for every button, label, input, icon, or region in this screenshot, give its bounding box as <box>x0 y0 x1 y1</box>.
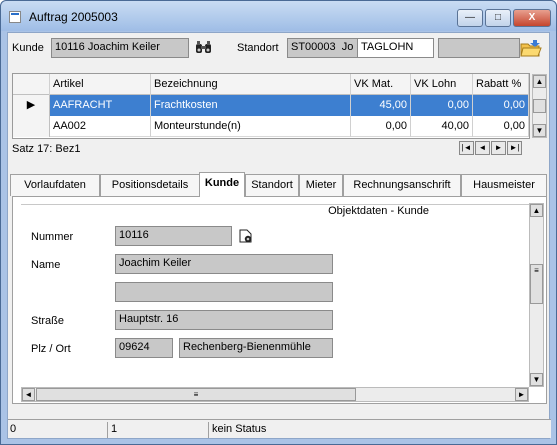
scroll-up-icon[interactable]: ▲ <box>530 204 543 217</box>
standort-code-field[interactable]: ST00003 Jo <box>287 38 359 58</box>
nummer-label: Nummer <box>31 231 74 243</box>
tab-panel-kunde: Objektdaten - Kunde Nummer 10116 Name Jo… <box>12 196 547 404</box>
column-header-artikel[interactable]: Artikel <box>50 74 151 95</box>
record-label: Satz 17: Bez1 <box>12 143 81 155</box>
kunde-label: Kunde <box>12 42 44 54</box>
standort-code: ST00003 <box>291 41 336 53</box>
tab-rechnungsanschrift[interactable]: Rechnungsanschrift <box>343 174 461 196</box>
strasse-field[interactable]: Hauptstr. 16 <box>115 310 333 330</box>
column-header-vk-mat[interactable]: VK Mat. <box>351 74 411 95</box>
cell-vk-mat[interactable]: 45,00 <box>351 95 411 116</box>
tab-standort[interactable]: Standort <box>245 174 299 196</box>
prev-record-button[interactable]: ◄ <box>475 141 490 155</box>
scroll-thumb[interactable]: ≡ <box>530 264 543 304</box>
scroll-up-icon[interactable]: ▲ <box>533 75 546 88</box>
plz-field[interactable]: 09624 <box>115 338 173 358</box>
window-title: Auftrag 2005003 <box>29 10 118 24</box>
grid-vertical-scrollbar[interactable]: ▲ ▼ <box>532 74 547 138</box>
cell-rabatt[interactable]: 0,00 <box>473 95 529 116</box>
plz-ort-label: Plz / Ort <box>31 343 71 355</box>
standort-extra-field[interactable] <box>438 38 520 58</box>
cell-artikel[interactable]: AAFRACHT <box>50 95 151 116</box>
table-row[interactable]: AA002 Monteurstunde(n) 0,00 40,00 0,00 <box>13 116 529 137</box>
section-title: Objektdaten - Kunde <box>21 204 529 218</box>
app-window: Auftrag 2005003 — □ X Kunde 10116 Joachi… <box>0 0 557 445</box>
tab-hausmeister[interactable]: Hausmeister <box>461 174 547 196</box>
cell-rabatt[interactable]: 0,00 <box>473 116 529 137</box>
standort-combo[interactable]: TAGLOHN <box>357 38 434 58</box>
panel-vertical-scrollbar[interactable]: ▲ ≡ ▼ <box>529 203 544 387</box>
cell-bezeichnung[interactable]: Monteurstunde(n) <box>151 116 351 137</box>
kunde-field[interactable]: 10116 Joachim Keiler <box>51 38 189 58</box>
cell-bezeichnung[interactable]: Frachtkosten <box>151 95 351 116</box>
positions-grid: Artikel Bezeichnung VK Mat. VK Lohn Raba… <box>12 73 547 139</box>
row-indicator <box>13 116 50 137</box>
tab-vorlaufdaten[interactable]: Vorlaufdaten <box>10 174 100 196</box>
cell-vk-lohn[interactable]: 40,00 <box>411 116 473 137</box>
panel-horizontal-scrollbar[interactable]: ◄ ≡ ► <box>21 387 529 402</box>
name-field[interactable]: Joachim Keiler <box>115 254 333 274</box>
close-button[interactable]: X <box>513 9 551 27</box>
status-text: kein Status <box>212 423 267 435</box>
tab-strip: Vorlaufdaten Positionsdetails Kunde Stan… <box>10 172 547 197</box>
cell-vk-mat[interactable]: 0,00 <box>351 116 411 137</box>
nummer-field[interactable]: 10116 <box>115 226 232 246</box>
grid-corner <box>13 74 50 95</box>
scroll-down-icon[interactable]: ▼ <box>530 373 543 386</box>
column-header-bezeichnung[interactable]: Bezeichnung <box>151 74 351 95</box>
column-header-rabatt[interactable]: Rabatt % <box>473 74 529 95</box>
person-lookup-icon[interactable] <box>238 228 254 244</box>
name-label: Name <box>31 259 61 271</box>
maximize-button[interactable]: □ <box>485 9 511 27</box>
folder-open-icon[interactable] <box>520 39 542 59</box>
column-header-vk-lohn[interactable]: VK Lohn <box>411 74 473 95</box>
standort-label: Standort <box>237 42 279 54</box>
scroll-right-icon[interactable]: ► <box>515 388 528 401</box>
tab-positionsdetails[interactable]: Positionsdetails <box>100 174 200 196</box>
name2-field[interactable] <box>115 282 333 302</box>
next-record-button[interactable]: ► <box>491 141 506 155</box>
row-indicator-icon: ▶ <box>13 95 50 116</box>
table-row[interactable]: ▶ AAFRACHT Frachtkosten 45,00 0,00 0,00 <box>13 95 529 116</box>
scroll-left-icon[interactable]: ◄ <box>22 388 35 401</box>
scroll-down-icon[interactable]: ▼ <box>533 124 546 137</box>
grid-header: Artikel Bezeichnung VK Mat. VK Lohn Raba… <box>13 74 529 95</box>
ort-field[interactable]: Rechenberg-Bienenmühle <box>179 338 333 358</box>
app-icon <box>9 11 21 23</box>
title-bar[interactable]: Auftrag 2005003 — □ X <box>1 1 556 31</box>
scroll-thumb[interactable]: ≡ <box>36 388 356 401</box>
client-area: Kunde 10116 Joachim Keiler Standort ST00… <box>7 32 551 439</box>
strasse-label: Straße <box>31 315 65 327</box>
status-bar: 0 1 kein Status <box>8 419 551 438</box>
status-field-1: 0 <box>8 422 108 438</box>
standort-code-suffix: Jo <box>341 41 354 53</box>
cell-artikel[interactable]: AA002 <box>50 116 151 137</box>
minimize-button[interactable]: — <box>457 9 483 27</box>
binoculars-icon[interactable] <box>195 40 213 56</box>
tab-kunde[interactable]: Kunde <box>199 172 245 197</box>
last-record-button[interactable]: ►| <box>507 141 522 155</box>
status-field-2: 1 <box>109 422 209 438</box>
tab-mieter[interactable]: Mieter <box>299 174 343 196</box>
scroll-thumb[interactable] <box>533 99 546 113</box>
cell-vk-lohn[interactable]: 0,00 <box>411 95 473 116</box>
first-record-button[interactable]: |◄ <box>459 141 474 155</box>
